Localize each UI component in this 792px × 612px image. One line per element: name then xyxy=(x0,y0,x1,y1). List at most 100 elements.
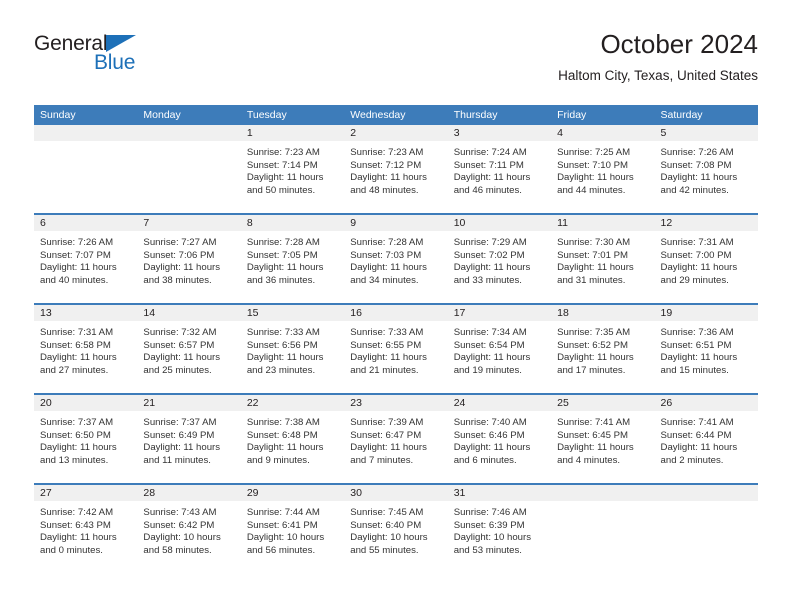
daylight-1-text: Daylight: 11 hours xyxy=(350,172,427,184)
daylight-2-text: and 23 minutes. xyxy=(246,364,316,376)
calendar-day-cell[interactable]: 16 Sunrise: 7:33 AM Sunset: 6:55 PM Dayligh… xyxy=(344,305,448,393)
day-details: Sunrise: 7:42 AM Sunset: 6:43 PM Daylight:… xyxy=(34,501,137,557)
calendar-day-cell[interactable]: 3 Sunrise: 7:24 AM Sunset: 7:11 PM Daylight… xyxy=(447,125,552,213)
sunrise-text: Sunrise: 7:31 AM xyxy=(660,237,734,248)
calendar-day-cell[interactable]: 10 Sunrise: 7:29 AM Sunset: 7:02 PM Dayligh… xyxy=(447,215,552,303)
daylight-1-text: Daylight: 11 hours xyxy=(557,352,634,364)
daylight-2-text: and 2 minutes. xyxy=(660,454,724,466)
calendar-day-cell[interactable]: 13 Sunrise: 7:31 AM Sunset: 6:58 PM Dayligh… xyxy=(34,305,138,393)
day-number: 5 xyxy=(654,125,758,141)
sunset-text: Sunset: 7:10 PM xyxy=(557,159,629,171)
sunset-text: Sunset: 6:56 PM xyxy=(246,339,318,351)
calendar-day-cell[interactable]: 27 Sunrise: 7:42 AM Sunset: 6:43 PM Dayligh… xyxy=(34,485,138,573)
calendar-day-cell[interactable]: 11 Sunrise: 7:30 AM Sunset: 7:01 PM Dayligh… xyxy=(551,215,655,303)
daylight-1-text: Daylight: 11 hours xyxy=(453,352,531,364)
sunset-text: Sunset: 6:54 PM xyxy=(453,339,525,351)
weekday-sunday: Sunday xyxy=(40,109,76,121)
daylight-2-text: and 9 minutes. xyxy=(246,454,310,466)
page-title: October 2024 xyxy=(600,29,758,59)
daylight-2-text: and 46 minutes. xyxy=(453,184,522,196)
sunset-text: Sunset: 6:49 PM xyxy=(143,429,215,441)
sunrise-text: Sunrise: 7:46 AM xyxy=(453,507,527,518)
day-details: Sunrise: 7:38 AM Sunset: 6:48 PM Daylight:… xyxy=(241,411,344,467)
sunrise-text: Sunrise: 7:41 AM xyxy=(660,417,734,428)
sunrise-text: Sunrise: 7:33 AM xyxy=(246,327,320,338)
daylight-2-text: and 4 minutes. xyxy=(557,454,621,466)
day-number: 13 xyxy=(34,305,138,321)
title-block: October 2024 Haltom City, Texas, United … xyxy=(558,28,758,86)
calendar-day-cell[interactable]: 9 Sunrise: 7:28 AM Sunset: 7:03 PM Daylight… xyxy=(344,215,448,303)
calendar-day-cell[interactable]: 23 Sunrise: 7:39 AM Sunset: 6:47 PM Dayligh… xyxy=(344,395,448,483)
calendar-day-cell[interactable]: 26 Sunrise: 7:41 AM Sunset: 6:44 PM Dayligh… xyxy=(654,395,758,483)
sunrise-text: Sunrise: 7:35 AM xyxy=(557,327,631,338)
calendar-day-cell[interactable]: 24 Sunrise: 7:40 AM Sunset: 6:46 PM Dayligh… xyxy=(447,395,552,483)
daylight-2-text: and 21 minutes. xyxy=(350,364,419,376)
day-number: 22 xyxy=(240,395,345,411)
calendar-week-row: 20 Sunrise: 7:37 AM Sunset: 6:50 PM Dayligh… xyxy=(34,393,758,483)
calendar-day-empty xyxy=(654,485,758,573)
sunset-text: Sunset: 7:03 PM xyxy=(350,249,422,261)
day-number: 17 xyxy=(447,305,552,321)
calendar-day-cell[interactable]: 17 Sunrise: 7:34 AM Sunset: 6:54 PM Dayligh… xyxy=(447,305,552,393)
calendar-day-cell[interactable]: 12 Sunrise: 7:31 AM Sunset: 7:00 PM Dayligh… xyxy=(654,215,758,303)
daylight-1-text: Daylight: 11 hours xyxy=(453,172,531,184)
sunrise-text: Sunrise: 7:33 AM xyxy=(350,327,424,338)
day-details: Sunrise: 7:46 AM Sunset: 6:39 PM Daylight:… xyxy=(448,501,551,557)
day-details: Sunrise: 7:30 AM Sunset: 7:01 PM Daylight:… xyxy=(551,231,654,287)
day-details: Sunrise: 7:41 AM Sunset: 6:44 PM Daylight:… xyxy=(655,411,758,467)
sunset-text: Sunset: 6:55 PM xyxy=(350,339,422,351)
sunrise-text: Sunrise: 7:34 AM xyxy=(453,327,527,338)
day-number: 3 xyxy=(447,125,552,141)
daylight-2-text: and 40 minutes. xyxy=(40,274,109,286)
sunset-text: Sunset: 7:08 PM xyxy=(660,159,732,171)
calendar-day-cell[interactable]: 19 Sunrise: 7:36 AM Sunset: 6:51 PM Dayligh… xyxy=(654,305,758,393)
day-number: 27 xyxy=(34,485,138,501)
calendar-day-cell[interactable]: 18 Sunrise: 7:35 AM Sunset: 6:52 PM Dayligh… xyxy=(551,305,655,393)
sunrise-text: Sunrise: 7:39 AM xyxy=(350,417,424,428)
sunrise-text: Sunrise: 7:43 AM xyxy=(143,507,217,518)
calendar-day-cell[interactable]: 31 Sunrise: 7:46 AM Sunset: 6:39 PM Dayligh… xyxy=(447,485,552,573)
calendar-day-cell[interactable]: 7 Sunrise: 7:27 AM Sunset: 7:06 PM Daylight… xyxy=(137,215,241,303)
day-details xyxy=(34,141,137,147)
sunrise-text: Sunrise: 7:37 AM xyxy=(143,417,217,428)
calendar-day-cell[interactable]: 28 Sunrise: 7:43 AM Sunset: 6:42 PM Dayligh… xyxy=(137,485,241,573)
sunset-text: Sunset: 6:51 PM xyxy=(660,339,732,351)
day-number: 20 xyxy=(34,395,138,411)
calendar-day-cell[interactable]: 15 Sunrise: 7:33 AM Sunset: 6:56 PM Dayligh… xyxy=(240,305,345,393)
daylight-1-text: Daylight: 11 hours xyxy=(453,442,531,454)
calendar-day-cell[interactable]: 6 Sunrise: 7:26 AM Sunset: 7:07 PM Daylight… xyxy=(34,215,138,303)
calendar-day-cell[interactable]: 4 Sunrise: 7:25 AM Sunset: 7:10 PM Daylight… xyxy=(551,125,655,213)
calendar-day-cell[interactable]: 2 Sunrise: 7:23 AM Sunset: 7:12 PM Daylight… xyxy=(344,125,448,213)
calendar-day-empty xyxy=(551,485,655,573)
sunrise-text: Sunrise: 7:29 AM xyxy=(453,237,527,248)
sunrise-text: Sunrise: 7:45 AM xyxy=(350,507,424,518)
sunset-text: Sunset: 7:00 PM xyxy=(660,249,732,261)
calendar-day-cell[interactable]: 8 Sunrise: 7:28 AM Sunset: 7:05 PM Daylight… xyxy=(240,215,345,303)
day-details: Sunrise: 7:26 AM Sunset: 7:07 PM Daylight:… xyxy=(34,231,137,287)
daylight-2-text: and 27 minutes. xyxy=(40,364,109,376)
sunset-text: Sunset: 6:42 PM xyxy=(143,519,215,531)
day-details xyxy=(655,501,758,507)
daylight-2-text: and 42 minutes. xyxy=(660,184,729,196)
calendar-day-cell[interactable]: 14 Sunrise: 7:32 AM Sunset: 6:57 PM Dayligh… xyxy=(137,305,241,393)
calendar-day-cell[interactable]: 21 Sunrise: 7:37 AM Sunset: 6:49 PM Dayligh… xyxy=(137,395,241,483)
calendar-day-cell[interactable]: 25 Sunrise: 7:41 AM Sunset: 6:45 PM Dayligh… xyxy=(551,395,655,483)
calendar-day-cell[interactable]: 1 Sunrise: 7:23 AM Sunset: 7:14 PM Daylight… xyxy=(240,125,345,213)
daylight-1-text: Daylight: 11 hours xyxy=(557,262,634,274)
calendar-day-cell[interactable]: 20 Sunrise: 7:37 AM Sunset: 6:50 PM Dayligh… xyxy=(34,395,138,483)
calendar-day-empty xyxy=(34,125,138,213)
daylight-2-text: and 55 minutes. xyxy=(350,544,419,556)
calendar-day-cell[interactable]: 29 Sunrise: 7:44 AM Sunset: 6:41 PM Dayligh… xyxy=(240,485,345,573)
day-details: Sunrise: 7:34 AM Sunset: 6:54 PM Daylight:… xyxy=(448,321,551,377)
day-details: Sunrise: 7:36 AM Sunset: 6:51 PM Daylight:… xyxy=(655,321,758,377)
sunset-text: Sunset: 6:58 PM xyxy=(40,339,111,351)
calendar-day-cell[interactable]: 22 Sunrise: 7:38 AM Sunset: 6:48 PM Dayligh… xyxy=(240,395,345,483)
calendar-day-cell[interactable]: 5 Sunrise: 7:26 AM Sunset: 7:08 PM Daylight… xyxy=(654,125,758,213)
calendar-day-cell[interactable]: 30 Sunrise: 7:45 AM Sunset: 6:40 PM Dayligh… xyxy=(344,485,448,573)
day-number: 2 xyxy=(344,125,448,141)
day-details: Sunrise: 7:23 AM Sunset: 7:12 PM Daylight:… xyxy=(344,141,447,197)
day-details: Sunrise: 7:39 AM Sunset: 6:47 PM Daylight:… xyxy=(344,411,447,467)
sunrise-text: Sunrise: 7:25 AM xyxy=(557,147,631,158)
page-header: General Blue October 2024 Haltom City, T… xyxy=(34,28,758,94)
daylight-1-text: Daylight: 11 hours xyxy=(350,442,427,454)
